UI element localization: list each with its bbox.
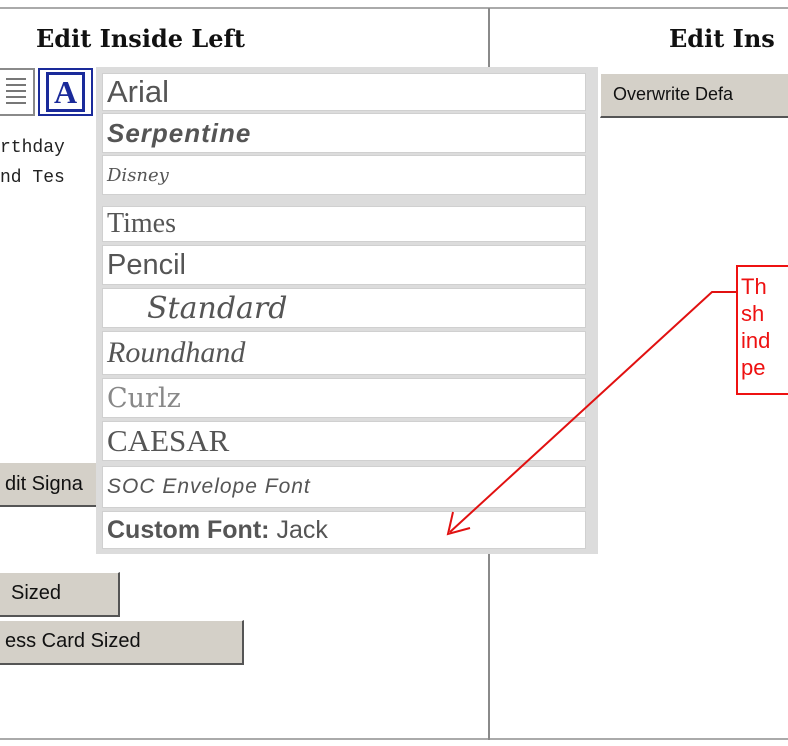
annotation-line-4: pe: [741, 355, 766, 380]
annotation-line-1: Th: [741, 274, 767, 299]
annotation-arrow: [446, 291, 737, 536]
annotation-line-2: sh: [741, 301, 765, 326]
annotation-note: Th sh ind pe: [736, 265, 788, 395]
annotation-line-3: ind: [741, 328, 771, 353]
